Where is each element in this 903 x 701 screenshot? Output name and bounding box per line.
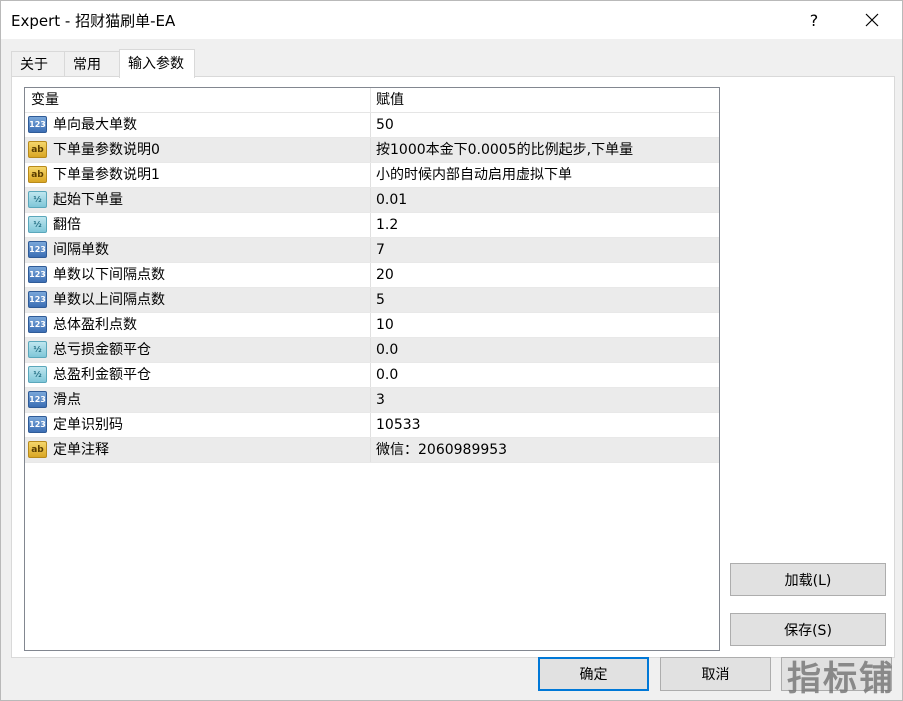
table-row[interactable]: 123 单数以上间隔点数 5 <box>25 288 719 313</box>
variable-cell: 123 滑点 <box>25 388 371 412</box>
variable-cell: 123 间隔单数 <box>25 238 371 262</box>
table-row[interactable]: ab 下单量参数说明1 小的时候内部自动启用虚拟下单 <box>25 163 719 188</box>
variable-name: 总体盈利点数 <box>53 317 137 333</box>
variable-cell: ½ 总盈利金额平仓 <box>25 363 371 387</box>
column-header-value[interactable]: 赋值 <box>371 88 719 113</box>
int-type-icon: 123 <box>28 416 47 433</box>
double-type-icon: ½ <box>28 191 47 208</box>
value-cell[interactable]: 微信：2060989953 <box>371 438 719 462</box>
double-type-icon: ½ <box>28 366 47 383</box>
value-cell[interactable]: 3 <box>371 388 719 412</box>
variable-cell: ab 定单注释 <box>25 438 371 462</box>
string-type-icon: ab <box>28 166 47 183</box>
variable-cell: 123 单向最大单数 <box>25 113 371 137</box>
value-cell[interactable]: 小的时候内部自动启用虚拟下单 <box>371 163 719 187</box>
string-type-icon: ab <box>28 441 47 458</box>
table-row[interactable]: ½ 总盈利金额平仓 0.0 <box>25 363 719 388</box>
variable-name: 总盈利金额平仓 <box>53 367 151 383</box>
table-row[interactable]: 123 单数以下间隔点数 20 <box>25 263 719 288</box>
close-icon <box>865 13 879 27</box>
value-cell[interactable]: 0.0 <box>371 338 719 362</box>
table-row[interactable]: ½ 起始下单量 0.01 <box>25 188 719 213</box>
tab-about[interactable]: 关于 <box>11 51 65 77</box>
variable-cell: 123 单数以下间隔点数 <box>25 263 371 287</box>
value-cell[interactable]: 按1000本金下0.0005的比例起步,下单量 <box>371 138 719 162</box>
variable-name: 定单识别码 <box>53 417 123 433</box>
tab-inputs[interactable]: 输入参数 <box>119 49 195 78</box>
title-bar: Expert - 招财猫刷单-EA ? <box>1 1 902 39</box>
value-cell[interactable]: 10533 <box>371 413 719 437</box>
table-row[interactable]: ½ 总亏损金额平仓 0.0 <box>25 338 719 363</box>
int-type-icon: 123 <box>28 316 47 333</box>
variable-name: 单向最大单数 <box>53 117 137 133</box>
table-row[interactable]: 123 总体盈利点数 10 <box>25 313 719 338</box>
value-cell[interactable]: 7 <box>371 238 719 262</box>
variable-name: 下单量参数说明0 <box>53 142 160 158</box>
variable-name: 下单量参数说明1 <box>53 167 160 183</box>
value-cell[interactable]: 0.0 <box>371 363 719 387</box>
variable-name: 翻倍 <box>53 217 81 233</box>
int-type-icon: 123 <box>28 266 47 283</box>
int-type-icon: 123 <box>28 291 47 308</box>
help-icon: ? <box>809 10 819 30</box>
variable-name: 起始下单量 <box>53 192 123 208</box>
value-cell[interactable]: 1.2 <box>371 213 719 237</box>
table-row[interactable]: 123 单向最大单数 50 <box>25 113 719 138</box>
variable-name: 滑点 <box>53 392 81 408</box>
window-title: Expert - 招财猫刷单-EA <box>11 12 176 30</box>
table-row[interactable]: 123 定单识别码 10533 <box>25 413 719 438</box>
variable-name: 间隔单数 <box>53 242 109 258</box>
watermark-logo: 指标铺 <box>787 658 895 699</box>
double-type-icon: ½ <box>28 341 47 358</box>
table-row[interactable]: 123 滑点 3 <box>25 388 719 413</box>
parameters-grid: 变量 赋值 123 单向最大单数 50 ab 下单量参数说明0 按1000本金下0.000… <box>24 87 720 651</box>
help-button[interactable]: ? <box>791 1 837 39</box>
double-type-icon: ½ <box>28 216 47 233</box>
value-cell[interactable]: 20 <box>371 263 719 287</box>
close-button[interactable] <box>849 1 895 39</box>
value-cell[interactable]: 5 <box>371 288 719 312</box>
variable-name: 单数以下间隔点数 <box>53 267 165 283</box>
variable-cell: 123 单数以上间隔点数 <box>25 288 371 312</box>
table-row[interactable]: ½ 翻倍 1.2 <box>25 213 719 238</box>
variable-name: 单数以上间隔点数 <box>53 292 165 308</box>
table-row[interactable]: 123 间隔单数 7 <box>25 238 719 263</box>
load-button[interactable]: 加载(L) <box>730 563 886 596</box>
variable-name: 总亏损金额平仓 <box>53 342 151 358</box>
save-button[interactable]: 保存(S) <box>730 613 886 646</box>
value-cell[interactable]: 50 <box>371 113 719 137</box>
int-type-icon: 123 <box>28 391 47 408</box>
int-type-icon: 123 <box>28 241 47 258</box>
grid-header: 变量 赋值 <box>25 88 719 113</box>
ok-button[interactable]: 确定 <box>538 657 649 691</box>
inputs-panel: 变量 赋值 123 单向最大单数 50 ab 下单量参数说明0 按1000本金下0.000… <box>11 76 895 658</box>
variable-cell: 123 总体盈利点数 <box>25 313 371 337</box>
expert-dialog: Expert - 招财猫刷单-EA ? 关于 常用 输入参数 变量 赋值 123… <box>0 0 903 701</box>
variable-name: 定单注释 <box>53 442 109 458</box>
string-type-icon: ab <box>28 141 47 158</box>
value-cell[interactable]: 10 <box>371 313 719 337</box>
tab-common[interactable]: 常用 <box>64 51 120 77</box>
table-row[interactable]: ab 下单量参数说明0 按1000本金下0.0005的比例起步,下单量 <box>25 138 719 163</box>
cancel-button[interactable]: 取消 <box>660 657 771 691</box>
variable-cell: ½ 总亏损金额平仓 <box>25 338 371 362</box>
column-header-variable[interactable]: 变量 <box>25 88 371 113</box>
value-cell[interactable]: 0.01 <box>371 188 719 212</box>
variable-cell: 123 定单识别码 <box>25 413 371 437</box>
variable-cell: ab 下单量参数说明1 <box>25 163 371 187</box>
variable-cell: ab 下单量参数说明0 <box>25 138 371 162</box>
variable-cell: ½ 起始下单量 <box>25 188 371 212</box>
table-row[interactable]: ab 定单注释 微信：2060989953 <box>25 438 719 463</box>
variable-cell: ½ 翻倍 <box>25 213 371 237</box>
int-type-icon: 123 <box>28 116 47 133</box>
